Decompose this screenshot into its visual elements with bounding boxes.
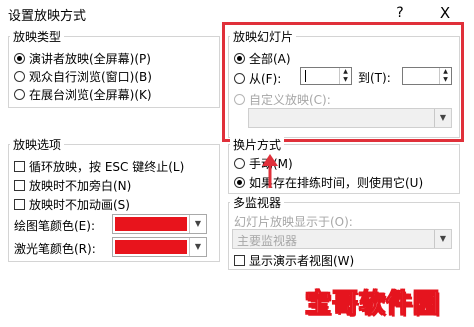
radio-selected-icon[interactable] xyxy=(234,177,245,188)
watermark-logo: 宝哥软件园 xyxy=(304,289,441,320)
show-options-legend: 放映选项 xyxy=(10,136,65,153)
option-no-animation[interactable]: 放映时不加动画(S) xyxy=(14,196,130,213)
pen-color-swatch xyxy=(115,217,187,231)
option-loop[interactable]: 循环放映，按 ESC 键终止(L) xyxy=(14,158,184,175)
display-on-label: 幻灯片放映显示于(O): xyxy=(234,215,353,229)
option-loop-label: 循环放映，按 ESC 键终止(L) xyxy=(29,160,185,174)
slide-show-settings-dialog: 设置放映方式 ? X 放映类型 演讲者放映(全屏幕)(P) 观众自行浏览(窗口)… xyxy=(0,0,474,327)
laser-color-picker[interactable]: ▼ xyxy=(112,237,207,257)
show-type-option-window[interactable]: 观众自行浏览(窗口)(B) xyxy=(14,68,152,85)
monitor-select[interactable]: 主要监视器 ▼ xyxy=(232,229,452,249)
laser-color-label: 激光笔颜色(R): xyxy=(14,242,96,256)
radio-icon[interactable] xyxy=(14,89,25,100)
chevron-down-icon[interactable]: ▼ xyxy=(189,238,206,256)
dialog-title: 设置放映方式 xyxy=(8,9,87,24)
chevron-down-icon[interactable]: ▼ xyxy=(434,230,451,248)
annotation-arrow-icon xyxy=(262,154,278,188)
show-type-option-presenter[interactable]: 演讲者放映(全屏幕)(P) xyxy=(14,50,151,67)
show-type-option-label: 观众自行浏览(窗口)(B) xyxy=(29,70,152,84)
pen-color-label: 绘图笔颜色(E): xyxy=(14,219,95,233)
presenter-view-label: 显示演示者视图(W) xyxy=(249,254,355,268)
checkbox-icon[interactable] xyxy=(234,255,245,266)
pen-color-picker[interactable]: ▼ xyxy=(112,214,207,234)
highlight-annotation-box xyxy=(222,22,464,142)
option-no-narration[interactable]: 放映时不加旁白(N) xyxy=(14,177,131,194)
close-button[interactable]: X xyxy=(430,2,460,24)
checkbox-icon[interactable] xyxy=(14,199,25,210)
radio-icon[interactable] xyxy=(14,71,25,82)
option-no-narration-label: 放映时不加旁白(N) xyxy=(29,179,132,193)
laser-color-swatch xyxy=(115,240,187,254)
help-button[interactable]: ? xyxy=(386,2,414,24)
show-type-option-kiosk[interactable]: 在展台浏览(全屏幕)(K) xyxy=(14,86,152,103)
chevron-down-icon[interactable]: ▼ xyxy=(189,215,206,233)
option-no-animation-label: 放映时不加动画(S) xyxy=(29,198,130,212)
monitor-select-value: 主要监视器 xyxy=(237,234,298,248)
show-type-legend: 放映类型 xyxy=(10,28,65,45)
monitors-legend: 多监视器 xyxy=(230,194,285,211)
show-type-option-label: 在展台浏览(全屏幕)(K) xyxy=(29,88,152,102)
checkbox-icon[interactable] xyxy=(14,180,25,191)
presenter-view-option[interactable]: 显示演示者视图(W) xyxy=(234,252,354,269)
radio-selected-icon[interactable] xyxy=(14,53,25,64)
checkbox-icon[interactable] xyxy=(14,161,25,172)
show-type-option-label: 演讲者放映(全屏幕)(P) xyxy=(29,52,151,66)
radio-icon[interactable] xyxy=(234,158,245,169)
